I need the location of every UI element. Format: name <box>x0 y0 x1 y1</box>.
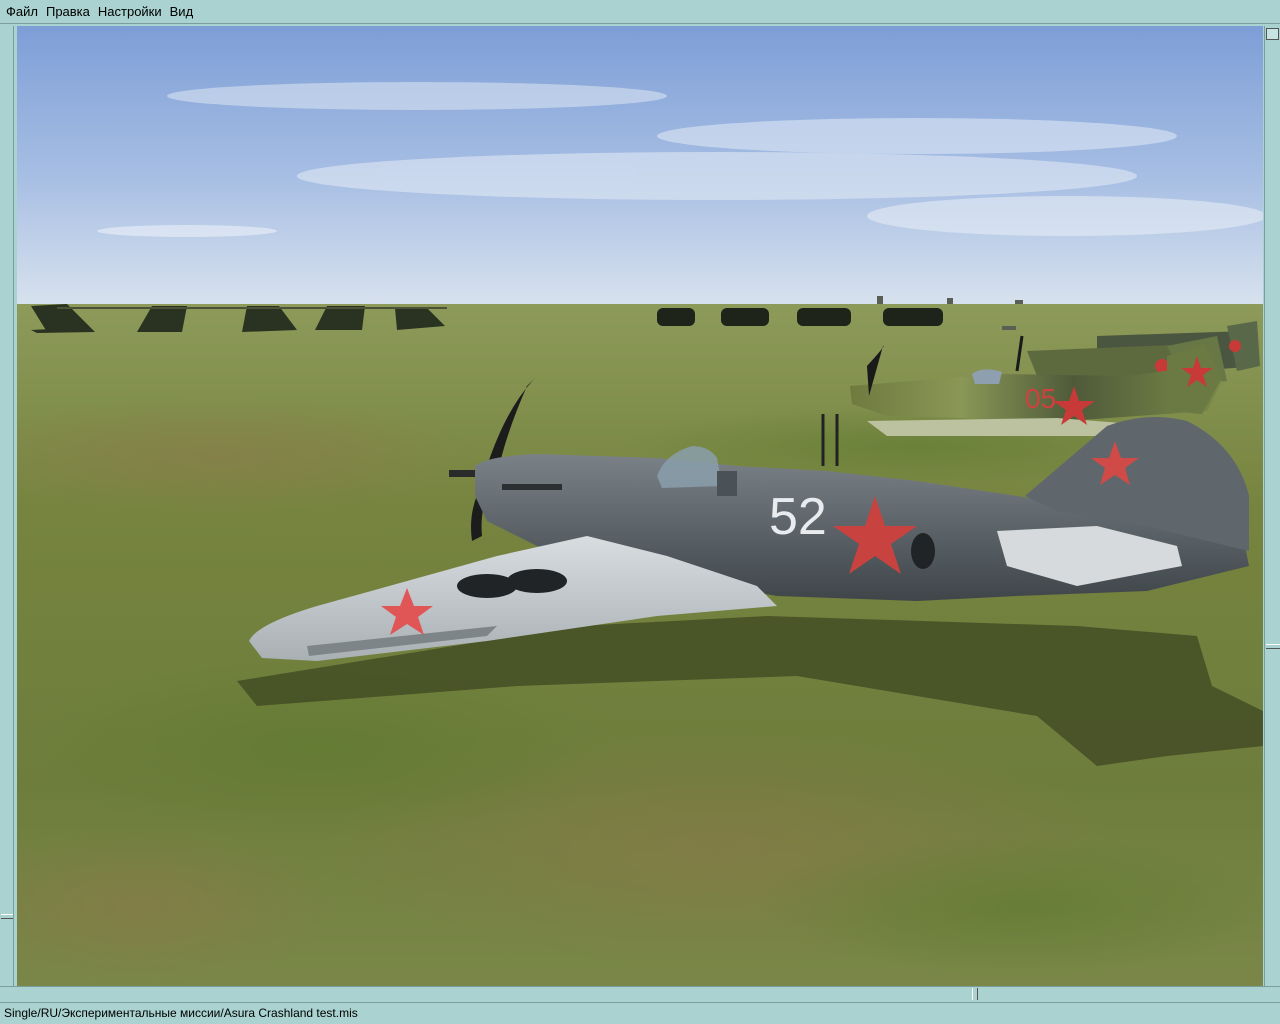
bottom-scrollbar[interactable] <box>0 986 1280 1000</box>
menu-settings[interactable]: Настройки <box>94 1 166 23</box>
3d-viewport[interactable]: 05 52 <box>17 26 1263 988</box>
scene-render: 05 52 <box>17 26 1263 988</box>
right-scrollbar-thumb[interactable] <box>1266 644 1280 649</box>
left-scrollbar-thumb[interactable] <box>1 914 13 919</box>
mission-path: Single/RU/Экспериментальные миссии/Asura… <box>4 1006 358 1020</box>
menu-file[interactable]: Файл <box>2 1 42 23</box>
right-scrollbar[interactable] <box>1264 26 1280 988</box>
menu-bar: Файл Правка Настройки Вид <box>0 0 1280 24</box>
bottom-scrollbar-thumb[interactable] <box>972 988 978 1000</box>
aircraft-number: 52 <box>769 488 827 546</box>
aircraft-05-number: 05 <box>1025 383 1056 414</box>
left-scrollbar[interactable] <box>0 26 14 988</box>
scroll-up-arrow-icon[interactable] <box>1266 28 1279 40</box>
status-bar: Single/RU/Экспериментальные миссии/Asura… <box>0 1002 1280 1024</box>
menu-view[interactable]: Вид <box>166 1 198 23</box>
menu-edit[interactable]: Правка <box>42 1 94 23</box>
